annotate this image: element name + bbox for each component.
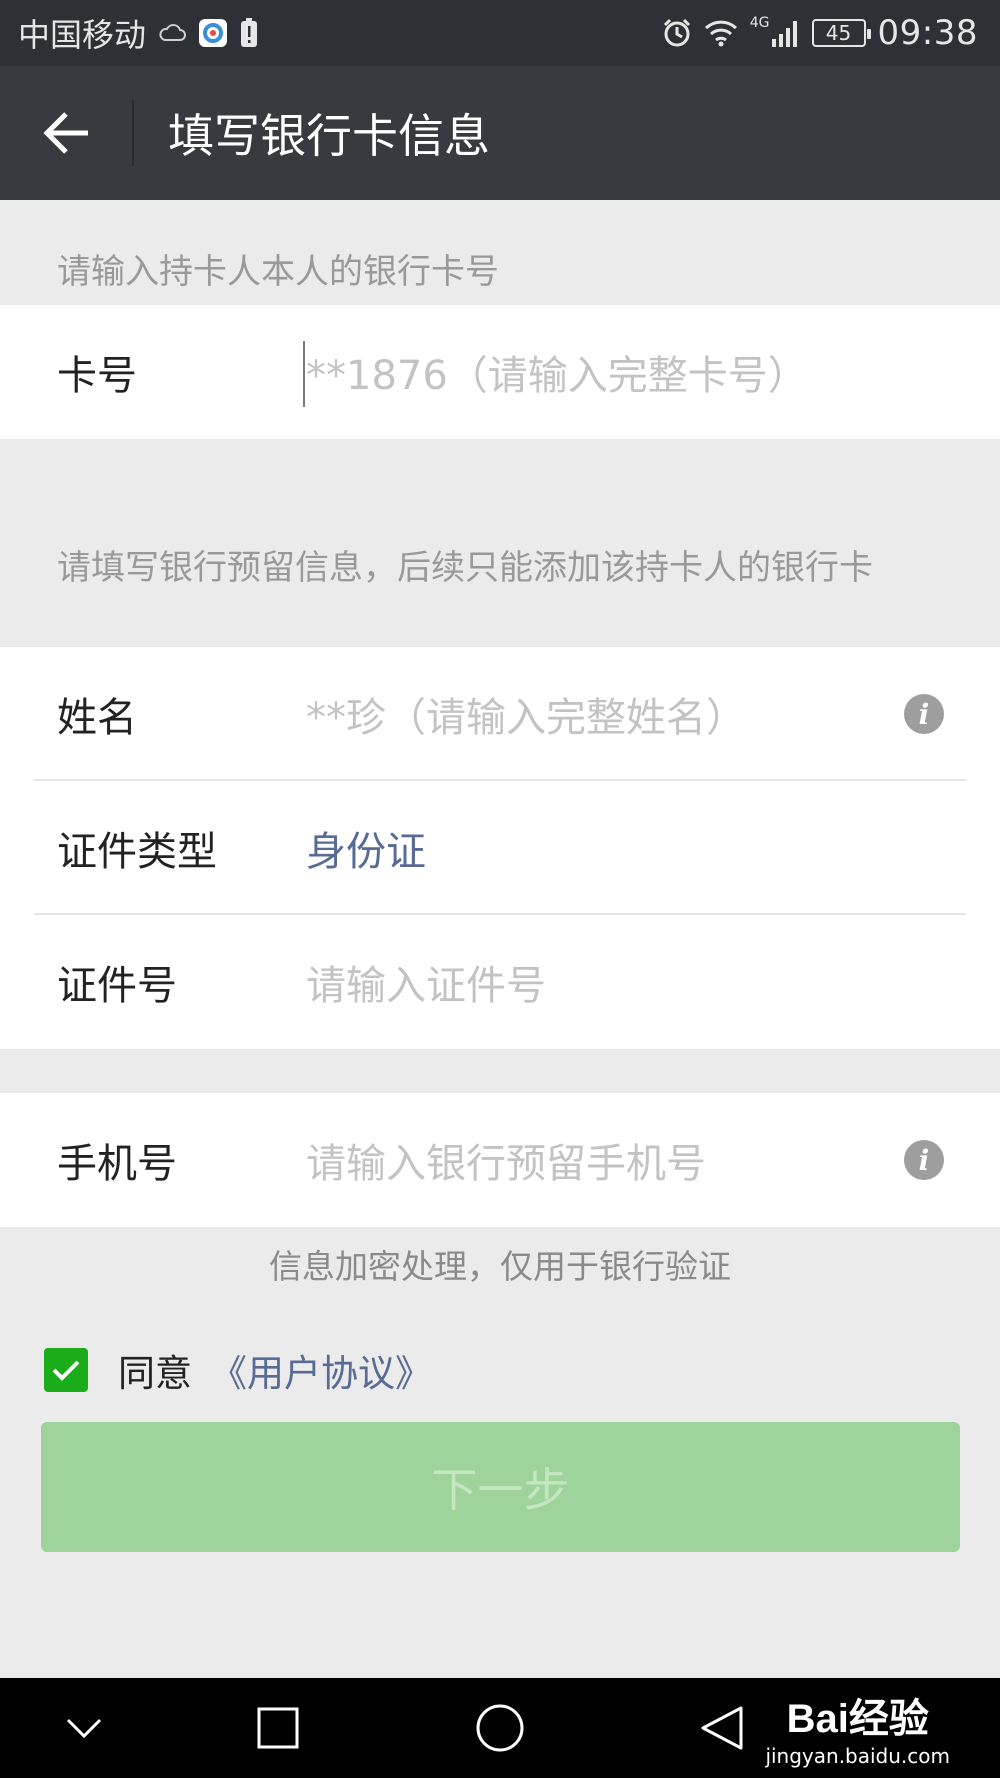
alarm-icon: [662, 18, 692, 48]
network-type: 4G: [749, 15, 770, 31]
battery-icon: 45: [811, 19, 871, 47]
app-notification-icon: [198, 18, 228, 48]
info-section-hint: 请填写银行预留信息，后续只能添加该持卡人的银行卡: [57, 548, 873, 588]
status-bar: 中国移动 4G 45 09:38: [0, 0, 1000, 66]
card-number-input[interactable]: **1876（请输入完整卡号）: [306, 343, 808, 401]
circle-icon: [476, 1704, 524, 1752]
name-input[interactable]: **珍（请输入完整姓名）: [306, 685, 746, 743]
name-label: 姓名: [57, 695, 137, 741]
card-section-hint: 请输入持卡人本人的银行卡号: [57, 252, 499, 292]
next-step-button[interactable]: 下一步: [41, 1422, 960, 1552]
cellular-signal-icon: 4G: [750, 15, 800, 47]
weather-icon: [158, 22, 186, 44]
name-row[interactable]: 姓名 **珍（请输入完整姓名） i: [0, 647, 1000, 781]
triangle-back-icon: [701, 1706, 743, 1750]
carrier-name: 中国移动: [18, 16, 147, 54]
phone-label: 手机号: [57, 1141, 177, 1187]
back-button[interactable]: [0, 66, 132, 200]
status-bar-right: 4G 45 09:38: [662, 13, 978, 53]
user-agreement-link[interactable]: 《用户协议》: [210, 1343, 432, 1397]
id-number-input[interactable]: 请输入证件号: [306, 953, 546, 1011]
clock: 09:38: [877, 13, 978, 53]
nav-recents-button[interactable]: [248, 1698, 308, 1758]
text-cursor: [303, 341, 305, 407]
square-icon: [257, 1707, 299, 1749]
phone-row[interactable]: 手机号 请输入银行预留手机号 i: [0, 1093, 1000, 1227]
watermark: Bai经验 jingyan.baidu.com: [765, 1686, 950, 1768]
phone-panel: 手机号 请输入银行预留手机号 i: [0, 1093, 1000, 1227]
system-nav-bar: Bai经验 jingyan.baidu.com: [0, 1678, 1000, 1778]
page-title: 填写银行卡信息: [168, 109, 490, 163]
info-panel: 姓名 **珍（请输入完整姓名） i 证件类型 身份证 证件号 请输入证件号: [0, 647, 1000, 1049]
card-number-label: 卡号: [57, 353, 137, 399]
status-bar-left: 中国移动: [18, 10, 258, 56]
card-number-row[interactable]: 卡号 **1876（请输入完整卡号）: [0, 305, 1000, 439]
phone-info-icon[interactable]: i: [904, 1140, 944, 1180]
watermark-url: jingyan.baidu.com: [765, 1744, 950, 1768]
nav-back-button[interactable]: [692, 1698, 752, 1758]
header-divider: [132, 100, 134, 166]
nav-home-button[interactable]: [470, 1698, 530, 1758]
chevron-down-icon: [66, 1718, 102, 1739]
phone-input[interactable]: 请输入银行预留手机号: [306, 1131, 706, 1189]
app-header: 填写银行卡信息: [0, 66, 1000, 200]
agree-checkbox[interactable]: [44, 1348, 88, 1392]
id-type-row[interactable]: 证件类型 身份证: [0, 781, 1000, 915]
name-info-icon[interactable]: i: [904, 694, 944, 734]
alert-icon: [240, 18, 258, 48]
id-number-label: 证件号: [57, 963, 177, 1009]
id-type-label: 证件类型: [57, 829, 217, 875]
wifi-icon: [704, 19, 738, 47]
nav-hide-button[interactable]: [54, 1698, 114, 1758]
agree-text: 同意: [118, 1352, 192, 1395]
back-arrow-icon: [43, 112, 88, 154]
id-number-row[interactable]: 证件号 请输入证件号: [0, 915, 1000, 1049]
encryption-note: 信息加密处理，仅用于银行验证: [269, 1247, 731, 1286]
checkmark-icon: [52, 1360, 80, 1381]
agreement-row: 同意 《用户协议》: [44, 1348, 432, 1395]
id-type-selector[interactable]: 身份证: [306, 819, 426, 877]
card-panel: 卡号 **1876（请输入完整卡号）: [0, 305, 1000, 439]
watermark-logo: Bai经验: [786, 1697, 929, 1741]
